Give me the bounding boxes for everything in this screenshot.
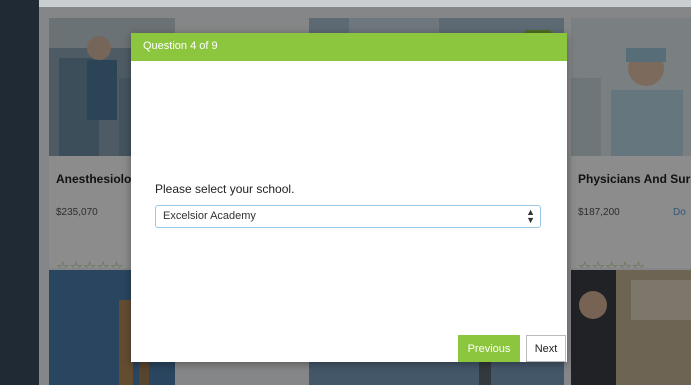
question-text: Please select your school. xyxy=(155,182,295,196)
school-select[interactable]: Excelsior Academy ▲ ▼ xyxy=(155,205,541,228)
modal-title: Question 4 of 9 xyxy=(143,40,218,52)
next-button[interactable]: Next xyxy=(526,335,566,362)
top-strip xyxy=(39,0,691,7)
question-modal: Question 4 of 9 Please select your schoo… xyxy=(131,33,567,362)
modal-header: Question 4 of 9 xyxy=(131,33,567,61)
school-select-value: Excelsior Academy xyxy=(163,210,256,222)
left-sidebar xyxy=(0,0,39,385)
previous-button[interactable]: Previous xyxy=(458,335,520,362)
select-arrows-icon: ▲ ▼ xyxy=(526,207,535,225)
